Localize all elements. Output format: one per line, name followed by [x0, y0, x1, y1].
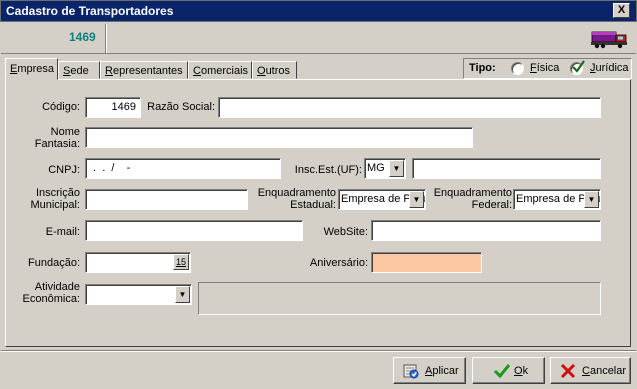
apply-icon — [403, 364, 419, 379]
codigo-label: Código: — [42, 101, 80, 113]
aplicar-label: Aplicar — [425, 365, 459, 377]
truck-icon — [591, 31, 627, 49]
uf-dropdown[interactable]: MG ▼ — [364, 158, 406, 179]
atividade-dropdown[interactable]: ▼ — [85, 284, 192, 305]
tab-comerciais[interactable]: Comerciais — [188, 61, 252, 79]
cnpj-field[interactable]: . . / - — [85, 158, 281, 179]
tipo-label: Tipo: — [469, 62, 496, 74]
chevron-down-icon[interactable]: ▼ — [409, 191, 424, 208]
cnpj-label: CNPJ: — [48, 164, 80, 176]
chevron-down-icon[interactable]: ▼ — [175, 286, 190, 303]
insc-municipal-field[interactable] — [85, 189, 248, 210]
nome-fantasia-field[interactable] — [85, 127, 473, 148]
ok-button[interactable]: Ok — [472, 357, 545, 384]
checkmark-icon — [572, 60, 585, 73]
website-label: WebSite: — [323, 226, 368, 238]
enq-estadual-dropdown[interactable]: Empresa de Pequeno Porte▼ — [338, 189, 426, 210]
radio-juridica-label[interactable]: Jurídica — [590, 62, 629, 74]
aniversario-field[interactable] — [371, 252, 482, 273]
bottom-divider — [1, 350, 636, 352]
tab-empresa[interactable]: Empresa — [5, 58, 58, 80]
calendar-icon[interactable]: 15 — [173, 254, 189, 270]
radio-fisica-label[interactable]: Física — [530, 62, 559, 74]
tab-representantes[interactable]: Representantes — [100, 61, 188, 79]
aplicar-button[interactable]: Aplicar — [393, 357, 466, 384]
checkmark-icon — [493, 364, 511, 379]
insc-est-label: Insc.Est.(UF): — [294, 164, 362, 176]
tab-sede[interactable]: Sede — [58, 61, 100, 79]
chevron-down-icon[interactable]: ▼ — [389, 160, 404, 177]
ok-label: Ok — [514, 365, 529, 377]
razao-social-label: Razão Social: — [147, 101, 215, 113]
tab-outros[interactable]: Outros — [252, 61, 297, 79]
enq-federal-dropdown[interactable]: Empresa de Pequeno Porte▼ — [513, 189, 601, 210]
window-title: Cadastro de Transportadores — [6, 4, 174, 18]
insc-est-field[interactable] — [412, 158, 601, 179]
radio-fisica[interactable] — [511, 62, 524, 75]
fundacao-label: Fundação: — [28, 257, 80, 269]
codigo-field[interactable]: 1469 — [85, 97, 141, 118]
header-divider — [105, 24, 107, 53]
close-icon — [560, 363, 576, 379]
insc-municipal-label: Inscrição Municipal: — [30, 187, 80, 211]
cancelar-label: Cancelar — [582, 365, 627, 377]
enq-federal-label: Enquadramento Federal: — [433, 187, 512, 211]
razao-social-field[interactable] — [218, 97, 601, 118]
chevron-down-icon[interactable]: ▼ — [584, 191, 599, 208]
website-field[interactable] — [371, 220, 601, 241]
record-id: 1469 — [69, 30, 96, 44]
aniversario-label: Aniversário: — [309, 257, 368, 269]
cancelar-button[interactable]: Cancelar — [550, 357, 631, 384]
atividade-description — [198, 282, 601, 315]
email-label: E-mail: — [45, 226, 80, 238]
atividade-label: Atividade Econômica: — [22, 281, 80, 305]
header-panel — [1, 22, 636, 54]
email-field[interactable] — [85, 220, 303, 241]
close-button[interactable]: X — [613, 3, 630, 18]
nome-fantasia-label: Nome Fantasia: — [34, 126, 80, 150]
enq-estadual-label: Enquadramento Estadual: — [257, 187, 336, 211]
